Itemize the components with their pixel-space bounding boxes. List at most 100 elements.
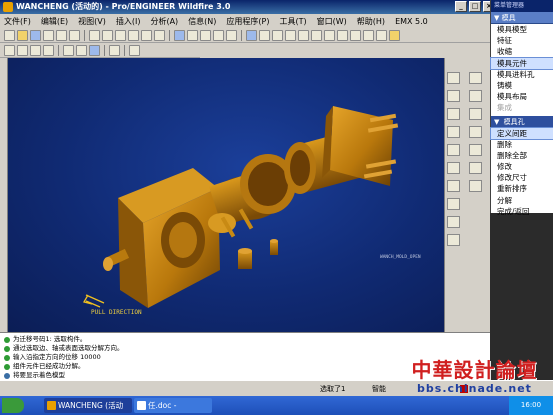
annotation-icon[interactable] (63, 44, 74, 56)
menu-edit[interactable]: 编辑(E) (41, 16, 68, 27)
taskbar-item-word[interactable]: 任.doc - Microsoft Word (134, 398, 212, 413)
round-icon[interactable] (469, 162, 482, 174)
hidden-line-icon[interactable] (363, 29, 374, 41)
menu-item-mold-model[interactable]: 模具模型 (491, 24, 553, 35)
menu-item-shrinkage[interactable]: 收缩 (491, 46, 553, 57)
revolve-icon[interactable] (469, 126, 482, 138)
menu-tools[interactable]: 工具(T) (280, 16, 307, 27)
redo-icon[interactable] (102, 29, 113, 41)
menu-item-modify[interactable]: 修改 (491, 161, 553, 172)
view-manager-icon[interactable] (226, 29, 237, 41)
menu-item-sprue[interactable]: 模具进料孔 (491, 69, 553, 80)
pattern-icon[interactable] (447, 234, 460, 246)
save-icon[interactable] (30, 29, 41, 41)
saved-views-icon[interactable] (337, 29, 348, 41)
new-file-icon[interactable] (4, 29, 15, 41)
chamfer-icon[interactable] (447, 180, 460, 192)
datum-planes-icon[interactable] (4, 44, 15, 56)
extrude-icon[interactable] (447, 126, 460, 138)
menu-item-delete[interactable]: 删除 (491, 139, 553, 150)
wireframe-icon[interactable] (350, 29, 361, 41)
zoom-out-icon[interactable] (298, 29, 309, 41)
repaint-icon[interactable] (246, 29, 257, 41)
print-icon[interactable] (43, 29, 54, 41)
undo-icon[interactable] (89, 29, 100, 41)
feature-toolbar (444, 58, 490, 332)
menu-info[interactable]: 信息(N) (188, 16, 216, 27)
refit-icon[interactable] (311, 29, 322, 41)
copy-icon[interactable] (128, 29, 139, 41)
menu-item-modify-dim[interactable]: 修改尺寸 (491, 172, 553, 183)
collapse-triangle-icon[interactable]: ▼ (494, 14, 502, 22)
email-icon[interactable] (56, 29, 67, 41)
rib-icon[interactable] (447, 216, 460, 228)
taskbar-item-proe[interactable]: WANCHENG (活动的) ... (44, 398, 132, 413)
blend-icon[interactable] (469, 144, 482, 156)
csys-icon[interactable] (43, 44, 54, 56)
shading-icon[interactable] (389, 29, 400, 41)
menu-window[interactable]: 窗口(W) (317, 16, 347, 27)
no-hidden-icon[interactable] (376, 29, 387, 41)
zoom-in-icon[interactable] (285, 29, 296, 41)
find-icon[interactable] (187, 29, 198, 41)
datum-curve-icon[interactable] (469, 72, 482, 84)
menu-item-mold-component[interactable]: 模具元件 (490, 56, 553, 70)
sweep-icon[interactable] (447, 144, 460, 156)
menu-applications[interactable]: 应用程序(P) (226, 16, 269, 27)
menu-analysis[interactable]: 分析(A) (150, 16, 178, 27)
navigator-strip[interactable] (0, 58, 8, 332)
select-box-icon[interactable] (200, 29, 211, 41)
shell-icon[interactable] (447, 198, 460, 210)
part-tag-label: WANCH_MOLD_OPEN (380, 254, 421, 260)
collapse-triangle-icon[interactable]: ▼ (494, 116, 499, 128)
plane-icon[interactable] (447, 90, 460, 102)
menu-manager-panel: 菜单管理器 ▼ 模具 模具模型 特征 收缩 模具元件 模具进料孔 铸模 模具布局… (490, 0, 553, 216)
mold-cylinder-part[interactable] (208, 154, 296, 233)
context-help-icon[interactable] (129, 44, 140, 56)
menu-item-done-return[interactable]: 完成/返回 (491, 206, 553, 217)
draft-icon[interactable] (469, 180, 482, 192)
paste-special-icon[interactable] (154, 29, 165, 41)
menu-item-molding[interactable]: 铸模 (491, 80, 553, 91)
hole-icon[interactable] (447, 162, 460, 174)
word-doc-icon (137, 401, 146, 410)
menu-item-reorder[interactable]: 重新排序 (491, 183, 553, 194)
spin-icon[interactable] (76, 44, 87, 56)
menu-emx[interactable]: EMX 5.0 (395, 17, 428, 26)
menu-item-mold-layout[interactable]: 模具布局 (491, 91, 553, 102)
orient-mode-icon[interactable] (272, 29, 283, 41)
menu-item-feature[interactable]: 特征 (491, 35, 553, 46)
datum-points-icon[interactable] (30, 44, 41, 56)
cut-icon[interactable] (115, 29, 126, 41)
regenerate-icon[interactable] (174, 29, 185, 41)
open-file-icon[interactable] (17, 29, 28, 41)
minimize-button[interactable]: _ (455, 1, 467, 12)
menu-help[interactable]: 帮助(H) (357, 16, 385, 27)
point-icon[interactable] (447, 108, 460, 120)
axis-icon[interactable] (469, 90, 482, 102)
paste-icon[interactable] (141, 29, 152, 41)
spin-center-icon[interactable] (259, 29, 270, 41)
mold-block-base[interactable] (103, 168, 220, 308)
toolbar-separator (169, 29, 170, 41)
pull-direction-arrow[interactable] (83, 294, 105, 308)
menu-item-delete-all[interactable]: 删除全部 (491, 150, 553, 161)
layer-icon[interactable] (213, 29, 224, 41)
sketch-tool-icon[interactable] (447, 72, 460, 84)
menu-item-define-step[interactable]: 定义间距 (490, 126, 553, 140)
send-icon[interactable] (69, 29, 80, 41)
datum-axes-icon[interactable] (17, 44, 28, 56)
message-line: 为迁移号码1: 选取构件。 (4, 335, 490, 344)
sketch-icon[interactable] (109, 44, 120, 56)
select-filter-icon[interactable] (89, 44, 100, 56)
start-button[interactable] (2, 398, 24, 413)
maximize-button[interactable]: □ (469, 1, 481, 12)
csys-tool-icon[interactable] (469, 108, 482, 120)
selection-filter[interactable]: 智能 (372, 381, 386, 397)
menu-insert[interactable]: 插入(I) (116, 16, 141, 27)
menu-file[interactable]: 文件(F) (4, 16, 31, 27)
reorient-icon[interactable] (324, 29, 335, 41)
graphics-viewport[interactable]: PULL DIRECTION WANCH_MOLD_OPEN (8, 58, 444, 332)
menu-item-explode[interactable]: 分解 (491, 195, 553, 206)
menu-view[interactable]: 视图(V) (78, 16, 106, 27)
